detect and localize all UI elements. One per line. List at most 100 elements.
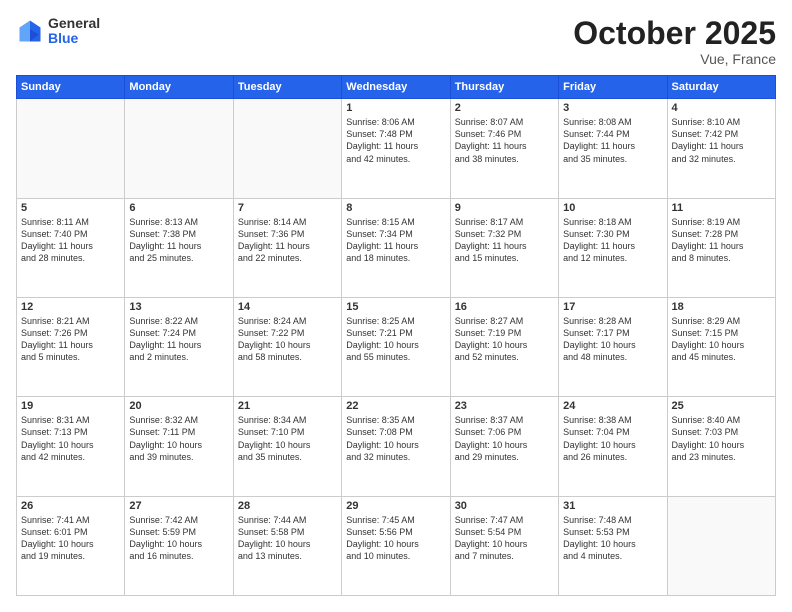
day-number: 2 xyxy=(455,102,554,114)
day-number: 23 xyxy=(455,400,554,412)
day-info: Sunrise: 8:38 AM Sunset: 7:04 PM Dayligh… xyxy=(563,414,662,463)
day-info: Sunrise: 8:37 AM Sunset: 7:06 PM Dayligh… xyxy=(455,414,554,463)
day-number: 31 xyxy=(563,500,662,512)
day-info: Sunrise: 8:07 AM Sunset: 7:46 PM Dayligh… xyxy=(455,116,554,165)
calendar-table: SundayMondayTuesdayWednesdayThursdayFrid… xyxy=(16,75,776,596)
month-title: October 2025 xyxy=(573,16,776,51)
calendar-day-cell: 25 Sunrise: 8:40 AM Sunset: 7:03 PM Dayli… xyxy=(667,397,775,496)
day-info: Sunrise: 8:14 AM Sunset: 7:36 PM Dayligh… xyxy=(238,216,337,265)
calendar-body: 1 Sunrise: 8:06 AM Sunset: 7:48 PM Daylig… xyxy=(17,99,776,596)
day-number: 21 xyxy=(238,400,337,412)
weekday-header-cell: Tuesday xyxy=(233,76,341,99)
weekday-header-cell: Sunday xyxy=(17,76,125,99)
day-info: Sunrise: 8:25 AM Sunset: 7:21 PM Dayligh… xyxy=(346,315,445,364)
calendar-day-cell: 5 Sunrise: 8:11 AM Sunset: 7:40 PM Daylig… xyxy=(17,198,125,297)
day-info: Sunrise: 8:18 AM Sunset: 7:30 PM Dayligh… xyxy=(563,216,662,265)
calendar-day-cell xyxy=(233,99,341,198)
title-block: October 2025 Vue, France xyxy=(573,16,776,67)
day-info: Sunrise: 8:10 AM Sunset: 7:42 PM Dayligh… xyxy=(672,116,771,165)
day-info: Sunrise: 8:15 AM Sunset: 7:34 PM Dayligh… xyxy=(346,216,445,265)
weekday-header-cell: Monday xyxy=(125,76,233,99)
calendar-day-cell: 23 Sunrise: 8:37 AM Sunset: 7:06 PM Dayli… xyxy=(450,397,558,496)
day-number: 13 xyxy=(129,301,228,313)
calendar-day-cell: 2 Sunrise: 8:07 AM Sunset: 7:46 PM Daylig… xyxy=(450,99,558,198)
day-number: 25 xyxy=(672,400,771,412)
calendar-week-row: 26 Sunrise: 7:41 AM Sunset: 6:01 PM Dayli… xyxy=(17,496,776,595)
day-number: 5 xyxy=(21,202,120,214)
day-info: Sunrise: 7:47 AM Sunset: 5:54 PM Dayligh… xyxy=(455,514,554,563)
day-info: Sunrise: 8:08 AM Sunset: 7:44 PM Dayligh… xyxy=(563,116,662,165)
day-number: 16 xyxy=(455,301,554,313)
weekday-header-cell: Thursday xyxy=(450,76,558,99)
day-info: Sunrise: 8:27 AM Sunset: 7:19 PM Dayligh… xyxy=(455,315,554,364)
page: General Blue October 2025 Vue, France Su… xyxy=(0,0,792,612)
day-info: Sunrise: 8:35 AM Sunset: 7:08 PM Dayligh… xyxy=(346,414,445,463)
calendar-week-row: 1 Sunrise: 8:06 AM Sunset: 7:48 PM Daylig… xyxy=(17,99,776,198)
day-number: 30 xyxy=(455,500,554,512)
logo: General Blue xyxy=(16,16,100,47)
calendar-day-cell: 21 Sunrise: 8:34 AM Sunset: 7:10 PM Dayli… xyxy=(233,397,341,496)
weekday-header-cell: Wednesday xyxy=(342,76,450,99)
day-info: Sunrise: 8:34 AM Sunset: 7:10 PM Dayligh… xyxy=(238,414,337,463)
day-info: Sunrise: 7:45 AM Sunset: 5:56 PM Dayligh… xyxy=(346,514,445,563)
calendar-day-cell: 22 Sunrise: 8:35 AM Sunset: 7:08 PM Dayli… xyxy=(342,397,450,496)
weekday-header-cell: Saturday xyxy=(667,76,775,99)
day-info: Sunrise: 8:17 AM Sunset: 7:32 PM Dayligh… xyxy=(455,216,554,265)
day-number: 4 xyxy=(672,102,771,114)
day-info: Sunrise: 8:28 AM Sunset: 7:17 PM Dayligh… xyxy=(563,315,662,364)
calendar-day-cell: 10Sunrise: 8:18 AM Sunset: 7:30 PM Dayli… xyxy=(559,198,667,297)
day-info: Sunrise: 8:06 AM Sunset: 7:48 PM Dayligh… xyxy=(346,116,445,165)
day-number: 11 xyxy=(672,202,771,214)
calendar-day-cell: 26 Sunrise: 7:41 AM Sunset: 6:01 PM Dayli… xyxy=(17,496,125,595)
calendar-day-cell: 11 Sunrise: 8:19 AM Sunset: 7:28 PM Dayli… xyxy=(667,198,775,297)
calendar-day-cell: 7Sunrise: 8:14 AM Sunset: 7:36 PM Daylig… xyxy=(233,198,341,297)
header: General Blue October 2025 Vue, France xyxy=(16,16,776,67)
day-info: Sunrise: 8:19 AM Sunset: 7:28 PM Dayligh… xyxy=(672,216,771,265)
day-info: Sunrise: 8:40 AM Sunset: 7:03 PM Dayligh… xyxy=(672,414,771,463)
day-number: 24 xyxy=(563,400,662,412)
calendar-day-cell: 30 Sunrise: 7:47 AM Sunset: 5:54 PM Dayli… xyxy=(450,496,558,595)
day-number: 22 xyxy=(346,400,445,412)
calendar-week-row: 12Sunrise: 8:21 AM Sunset: 7:26 PM Dayli… xyxy=(17,297,776,396)
day-number: 19 xyxy=(21,400,120,412)
calendar-day-cell: 9Sunrise: 8:17 AM Sunset: 7:32 PM Daylig… xyxy=(450,198,558,297)
calendar-day-cell: 4 Sunrise: 8:10 AM Sunset: 7:42 PM Daylig… xyxy=(667,99,775,198)
calendar-day-cell: 1 Sunrise: 8:06 AM Sunset: 7:48 PM Daylig… xyxy=(342,99,450,198)
day-info: Sunrise: 7:41 AM Sunset: 6:01 PM Dayligh… xyxy=(21,514,120,563)
calendar-day-cell: 31 Sunrise: 7:48 AM Sunset: 5:53 PM Dayli… xyxy=(559,496,667,595)
day-info: Sunrise: 8:24 AM Sunset: 7:22 PM Dayligh… xyxy=(238,315,337,364)
day-number: 12 xyxy=(21,301,120,313)
day-number: 15 xyxy=(346,301,445,313)
calendar-day-cell: 15 Sunrise: 8:25 AM Sunset: 7:21 PM Dayli… xyxy=(342,297,450,396)
day-info: Sunrise: 7:44 AM Sunset: 5:58 PM Dayligh… xyxy=(238,514,337,563)
calendar-day-cell xyxy=(17,99,125,198)
weekday-header-row: SundayMondayTuesdayWednesdayThursdayFrid… xyxy=(17,76,776,99)
calendar-day-cell: 29 Sunrise: 7:45 AM Sunset: 5:56 PM Dayli… xyxy=(342,496,450,595)
day-number: 29 xyxy=(346,500,445,512)
day-number: 18 xyxy=(672,301,771,313)
calendar-day-cell: 19 Sunrise: 8:31 AM Sunset: 7:13 PM Dayli… xyxy=(17,397,125,496)
calendar-day-cell: 6Sunrise: 8:13 AM Sunset: 7:38 PM Daylig… xyxy=(125,198,233,297)
day-info: Sunrise: 7:48 AM Sunset: 5:53 PM Dayligh… xyxy=(563,514,662,563)
calendar-day-cell: 27 Sunrise: 7:42 AM Sunset: 5:59 PM Dayli… xyxy=(125,496,233,595)
calendar-day-cell: 14Sunrise: 8:24 AM Sunset: 7:22 PM Dayli… xyxy=(233,297,341,396)
calendar-day-cell: 20Sunrise: 8:32 AM Sunset: 7:11 PM Dayli… xyxy=(125,397,233,496)
day-number: 27 xyxy=(129,500,228,512)
calendar-day-cell: 17Sunrise: 8:28 AM Sunset: 7:17 PM Dayli… xyxy=(559,297,667,396)
calendar-day-cell: 16 Sunrise: 8:27 AM Sunset: 7:19 PM Dayli… xyxy=(450,297,558,396)
day-number: 1 xyxy=(346,102,445,114)
day-number: 8 xyxy=(346,202,445,214)
day-info: Sunrise: 8:31 AM Sunset: 7:13 PM Dayligh… xyxy=(21,414,120,463)
location: Vue, France xyxy=(573,51,776,67)
logo-blue: Blue xyxy=(48,31,100,46)
day-number: 28 xyxy=(238,500,337,512)
day-info: Sunrise: 8:13 AM Sunset: 7:38 PM Dayligh… xyxy=(129,216,228,265)
weekday-header-cell: Friday xyxy=(559,76,667,99)
calendar-day-cell: 28 Sunrise: 7:44 AM Sunset: 5:58 PM Dayli… xyxy=(233,496,341,595)
day-info: Sunrise: 7:42 AM Sunset: 5:59 PM Dayligh… xyxy=(129,514,228,563)
day-number: 26 xyxy=(21,500,120,512)
logo-text: General Blue xyxy=(48,16,100,47)
calendar-day-cell: 3Sunrise: 8:08 AM Sunset: 7:44 PM Daylig… xyxy=(559,99,667,198)
calendar-day-cell: 13Sunrise: 8:22 AM Sunset: 7:24 PM Dayli… xyxy=(125,297,233,396)
day-info: Sunrise: 8:11 AM Sunset: 7:40 PM Dayligh… xyxy=(21,216,120,265)
